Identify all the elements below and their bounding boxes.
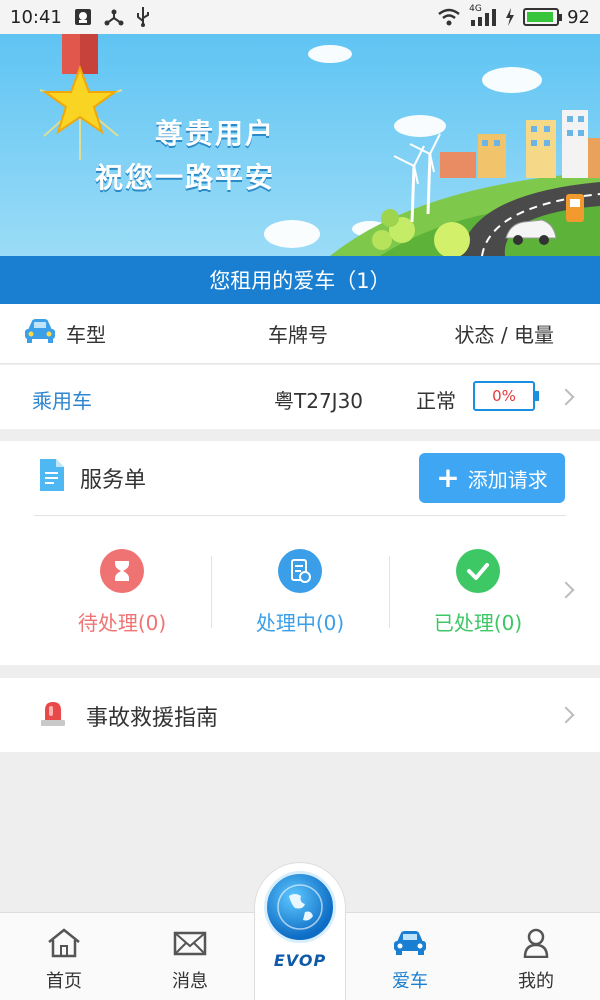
header-type-label: 车型 <box>66 323 106 347</box>
divider <box>34 515 566 516</box>
completed-orders[interactable]: 已处理(0) <box>393 549 563 639</box>
car-plate: 粤T27J30 <box>274 389 364 413</box>
mail-icon <box>173 927 207 959</box>
evop-label: EVOP <box>273 951 327 970</box>
evop-center-button[interactable]: EVOP <box>254 862 346 1000</box>
service-orders-card: 服务单 + 添加请求 待处理(0) 处理中(0) 已处理(0) <box>0 441 600 665</box>
add-request-label: 添加请求 <box>467 467 548 492</box>
hourglass-icon <box>100 549 144 593</box>
banner-slogan: 尊贵用户 祝您一路平安 <box>95 112 275 200</box>
header-type: 车型 <box>24 318 106 349</box>
car-icon <box>24 318 56 349</box>
tab-messages-label: 消息 <box>172 971 208 992</box>
rescue-label: 事故救援指南 <box>86 706 219 731</box>
chevron-right-icon <box>557 388 575 406</box>
signal-icon: 4G <box>469 4 497 26</box>
siren-icon <box>38 698 68 734</box>
processing-label: 处理中(0) <box>255 611 345 635</box>
add-request-button[interactable]: + 添加请求 <box>419 453 565 503</box>
tab-car[interactable]: 爱车 <box>350 927 470 993</box>
network-type: 4G <box>469 4 482 14</box>
wifi-icon <box>437 8 461 26</box>
service-header: 服务单 <box>38 459 146 497</box>
tab-mine-label: 我的 <box>518 971 554 992</box>
banner-line-1: 尊贵用户 <box>155 117 276 150</box>
qq-icon <box>74 8 92 26</box>
car-type: 乘用车 <box>32 389 92 413</box>
processing-icon <box>278 549 322 593</box>
car-charge-badge: 0% <box>473 381 539 411</box>
accident-rescue-guide[interactable]: 事故救援指南 <box>0 678 600 752</box>
usb-icon <box>136 7 150 27</box>
charging-icon <box>505 8 515 26</box>
divider <box>211 556 212 628</box>
header-status-label: 状态 / 电量 <box>454 323 554 347</box>
divider <box>389 556 390 628</box>
car-icon <box>392 927 428 959</box>
service-title: 服务单 <box>80 468 147 493</box>
battery-icon <box>523 8 563 26</box>
rescue-content: 事故救援指南 <box>38 698 218 734</box>
processing-orders[interactable]: 处理中(0) <box>215 549 385 639</box>
car-table-header: 车型 车牌号 状态 / 电量 <box>0 304 600 364</box>
status-bar: 10:41 4G 92 <box>0 0 600 34</box>
car-state: 正常 <box>416 389 456 413</box>
car-charge-value: 0% <box>492 387 516 405</box>
tab-messages[interactable]: 消息 <box>130 927 250 993</box>
tab-home-label: 首页 <box>46 971 82 992</box>
globe-icon <box>264 871 336 943</box>
pending-label: 待处理(0) <box>77 611 167 635</box>
status-time: 10:41 <box>10 6 62 28</box>
completed-label: 已处理(0) <box>433 611 523 635</box>
car-row[interactable]: 乘用车 粤T27J30 正常 0% <box>0 365 600 429</box>
document-icon <box>38 459 64 497</box>
pending-orders[interactable]: 待处理(0) <box>37 549 207 639</box>
tab-car-label: 爱车 <box>392 971 428 992</box>
promo-banner[interactable]: 尊贵用户 祝您一路平安 <box>0 34 600 256</box>
user-icon <box>523 927 549 959</box>
home-icon <box>46 927 82 959</box>
share-icon <box>104 8 124 26</box>
check-icon <box>456 549 500 593</box>
banner-line-2: 祝您一路平安 <box>95 161 276 194</box>
plus-icon: + <box>436 461 460 494</box>
rented-cars-title-text: 您租用的爱车（1） <box>209 269 391 293</box>
rented-cars-title: 您租用的爱车（1） <box>0 256 600 304</box>
tab-home[interactable]: 首页 <box>4 927 124 993</box>
banner-illustration <box>39 34 600 256</box>
header-plate-label: 车牌号 <box>268 323 328 347</box>
chevron-right-icon <box>557 706 575 724</box>
tab-mine[interactable]: 我的 <box>476 927 596 993</box>
battery-level: 92 <box>567 6 590 28</box>
